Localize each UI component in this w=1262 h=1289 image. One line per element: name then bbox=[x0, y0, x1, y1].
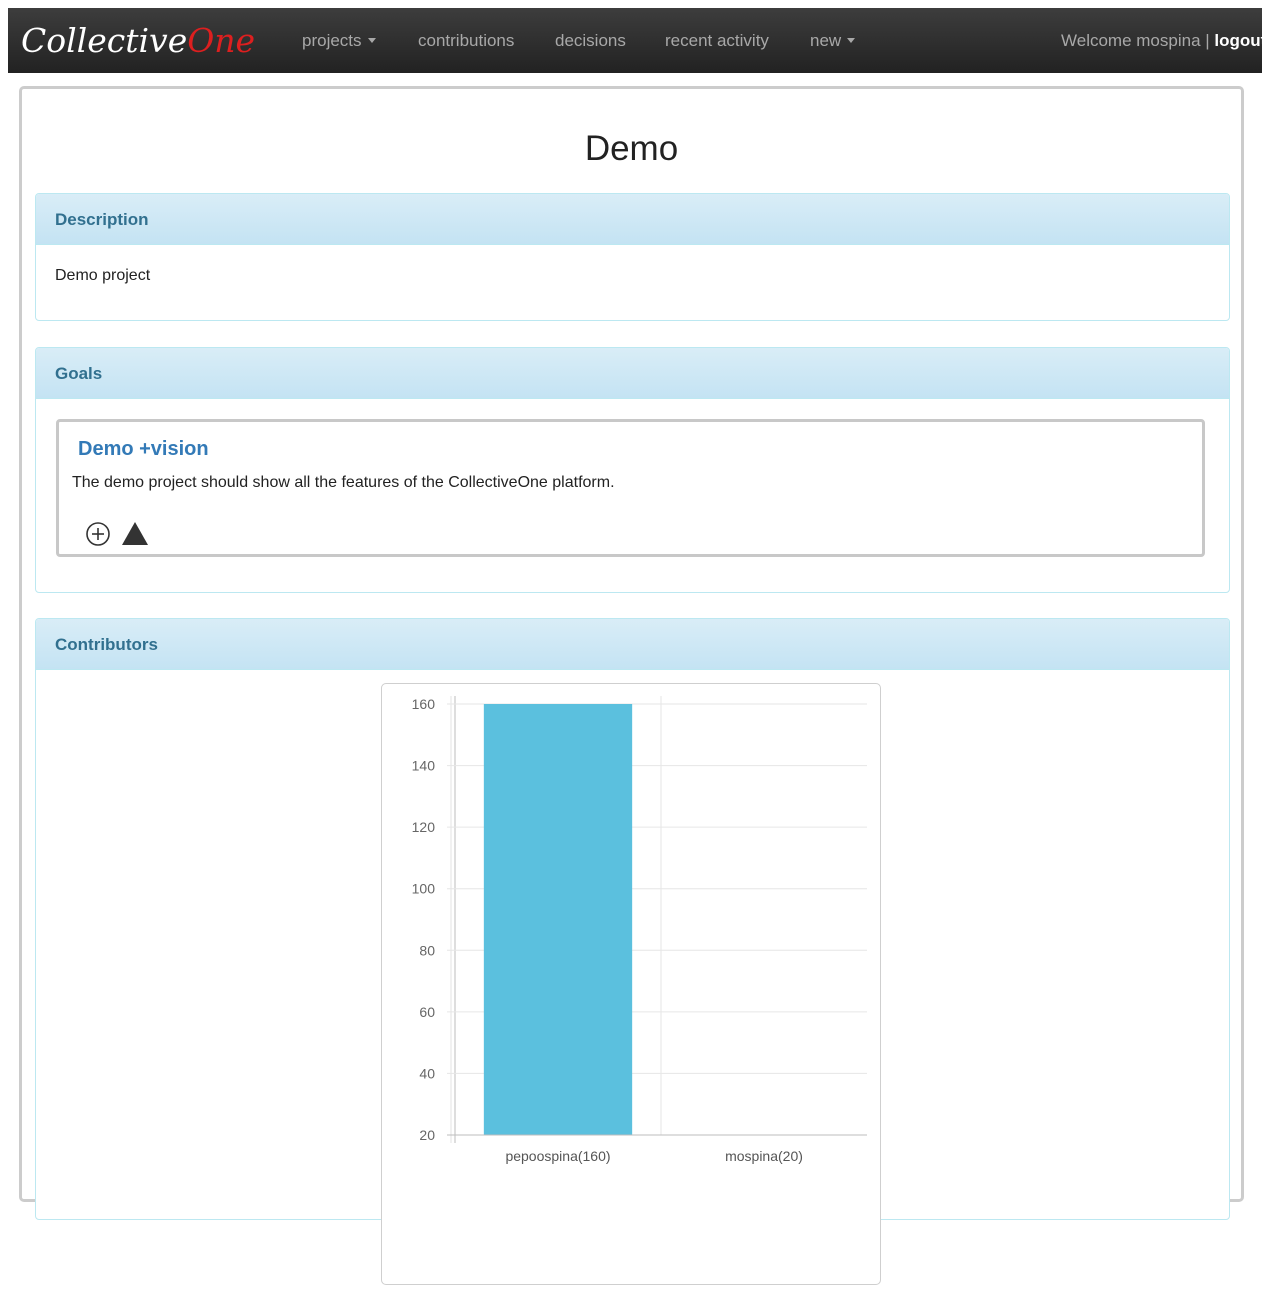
nav-projects-label: projects bbox=[302, 31, 362, 50]
y-tick-label: 120 bbox=[412, 819, 436, 835]
page-title: Demo bbox=[584, 129, 679, 168]
contributors-bar-chart: 160 140 120 100 80 60 40 20 pepoospina(160) mospi… bbox=[412, 696, 867, 1164]
brand-logo[interactable]: CollectiveOne bbox=[21, 22, 255, 60]
y-tick-label: 80 bbox=[419, 942, 435, 958]
y-tick-label: 140 bbox=[412, 758, 436, 774]
y-tick-label: 60 bbox=[419, 1004, 435, 1020]
goals-panel: Goals Demo +vision The demo project shou… bbox=[35, 347, 1230, 593]
goal-title-link[interactable]: Demo +vision bbox=[78, 437, 209, 461]
goal-description: The demo project should show all the fea… bbox=[72, 474, 615, 491]
y-tick-label: 40 bbox=[419, 1065, 435, 1081]
nav-decisions-label: decisions bbox=[555, 31, 626, 50]
contributors-panel: Contributors 160 140 120 100 80 60 40 20 pepoosp… bbox=[35, 618, 1230, 1285]
project-container: Demo Description Demo project Goals Demo… bbox=[19, 86, 1244, 1285]
caret-down-icon bbox=[367, 38, 376, 43]
description-panel: Description Demo project bbox=[35, 193, 1230, 321]
contributors-heading: Contributors bbox=[36, 619, 1229, 670]
welcome-area: Welcome mospina | logout bbox=[1061, 31, 1262, 51]
y-tick-label: 100 bbox=[412, 881, 436, 897]
description-heading: Description bbox=[36, 194, 1229, 245]
y-tick-label: 160 bbox=[412, 696, 436, 712]
brand-main: Collective bbox=[21, 21, 188, 60]
nav-new-label: new bbox=[810, 31, 842, 50]
triangle-up-icon[interactable] bbox=[120, 520, 150, 548]
nav-recent-activity[interactable]: recent activity bbox=[665, 31, 769, 51]
nav-contributions[interactable]: contributions bbox=[418, 31, 514, 51]
welcome-text: Welcome mospina | bbox=[1061, 31, 1215, 50]
caret-down-icon bbox=[847, 38, 856, 43]
nav-new[interactable]: new bbox=[810, 31, 856, 51]
contributors-chart-box: 160 140 120 100 80 60 40 20 pepoospina(160) mospi… bbox=[381, 683, 881, 1285]
nav-decisions[interactable]: decisions bbox=[555, 31, 626, 51]
y-tick-label: 20 bbox=[419, 1127, 435, 1143]
description-text: Demo project bbox=[55, 267, 151, 284]
nav-projects[interactable]: projects bbox=[302, 31, 376, 51]
x-tick-label: mospina(20) bbox=[725, 1148, 803, 1164]
x-tick-label: pepoospina(160) bbox=[505, 1148, 610, 1164]
circle-plus-icon[interactable] bbox=[84, 520, 112, 548]
nav-contributions-label: contributions bbox=[418, 31, 515, 50]
logout-link[interactable]: logout bbox=[1214, 31, 1262, 50]
bar bbox=[483, 704, 633, 1135]
top-navbar: CollectiveOne projects contributions dec… bbox=[8, 8, 1262, 73]
brand-accent: One bbox=[187, 21, 256, 60]
goals-heading: Goals bbox=[36, 348, 1229, 399]
goal-card: Demo +vision The demo project should sho… bbox=[56, 419, 1205, 557]
nav-recent-activity-label: recent activity bbox=[665, 31, 769, 50]
